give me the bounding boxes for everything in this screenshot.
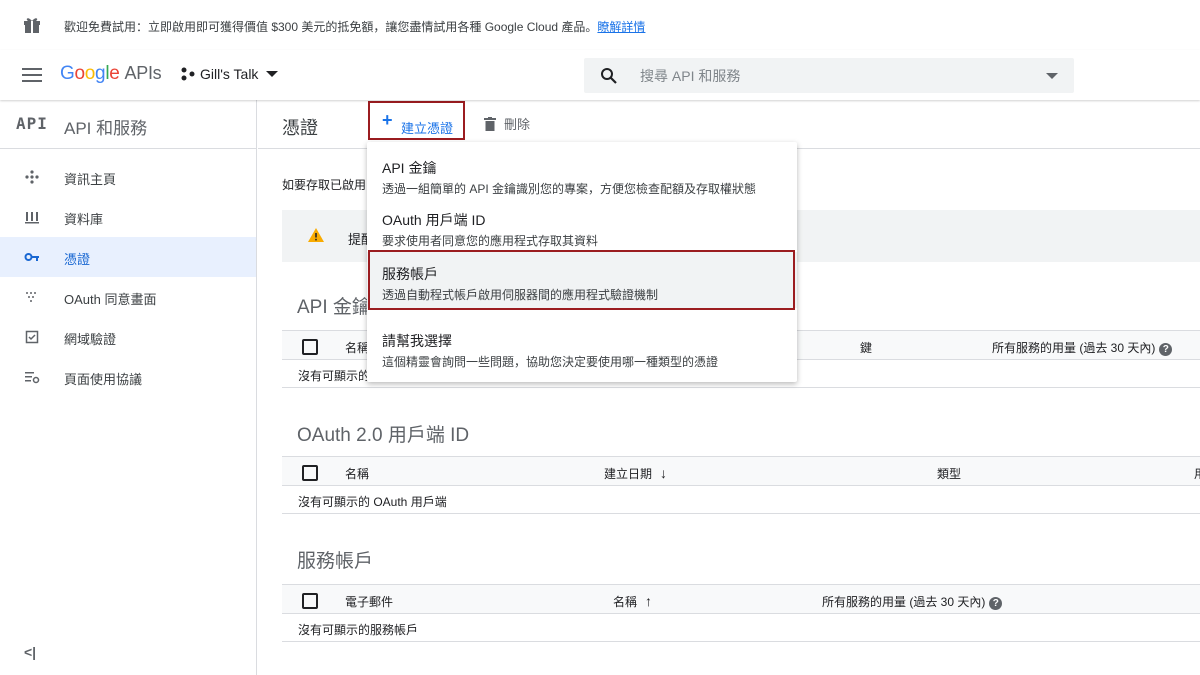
top-bar: Google APIs Gill's Talk [0, 50, 1200, 100]
column-created-date[interactable]: 建立日期 ↓ [604, 465, 667, 482]
sidebar-item-page-usage-agreement[interactable]: 頁面使用協議 [0, 357, 256, 397]
column-usage[interactable]: 用 [1194, 465, 1200, 482]
oauth-empty-row: 沒有可顯示的 OAuth 用戶端 [282, 486, 1200, 514]
column-name[interactable]: 名稱 [345, 465, 369, 482]
menu-item-service-account[interactable]: 服務帳戶 透過自動程式帳戶啟用伺服器間的應用程式驗證機制 [367, 252, 797, 308]
project-name: Gill's Talk [200, 66, 259, 82]
free-trial-banner: 歡迎免費試用：立即啟用即可獲得價值 $300 美元的抵免額，讓您盡情試用各種 G… [0, 0, 1200, 50]
service-accounts-table-header: 電子郵件 名稱 ↑ 所有服務的用量 (過去 30 天內)? [282, 584, 1200, 614]
trash-icon [484, 116, 496, 131]
create-credentials-button[interactable]: + 建立憑證 [368, 101, 465, 140]
delete-button[interactable]: 刪除 [484, 114, 530, 133]
sidebar-item-dashboard[interactable]: 資訊主頁 [0, 157, 256, 197]
column-usage[interactable]: 所有服務的用量 (過去 30 天內)? [992, 339, 1173, 356]
settings-list-icon [25, 372, 40, 384]
service-accounts-empty-row: 沒有可顯示的服務帳戶 [282, 614, 1200, 642]
sort-down-icon[interactable]: ↓ [660, 465, 667, 481]
select-all-checkbox[interactable] [302, 339, 318, 355]
banner-text: 歡迎免費試用：立即啟用即可獲得價值 $300 美元的抵免額，讓您盡情試用各種 G… [64, 20, 646, 34]
search-dropdown-icon[interactable] [1046, 73, 1058, 79]
menu-item-help-me-choose[interactable]: 請幫我選擇 這個精靈會詢問一些問題，協助您決定要使用哪一種類型的憑證 [367, 322, 797, 378]
service-accounts-title: 服務帳戶 [297, 551, 374, 572]
dashboard-icon [25, 170, 39, 184]
warning-icon [308, 228, 324, 242]
sort-up-icon[interactable]: ↑ [645, 593, 652, 609]
chevron-down-icon [266, 71, 279, 77]
search-bar[interactable] [584, 58, 1074, 93]
page-title: 憑證 [282, 118, 318, 138]
sidebar-title: API 和服務 [64, 119, 148, 138]
select-all-checkbox[interactable] [302, 465, 318, 481]
create-credentials-menu: API 金鑰 透過一組簡單的 API 金鑰識別您的專案，方便您檢查配額及存取權狀… [367, 142, 797, 382]
column-name[interactable]: 名稱 [345, 339, 369, 356]
column-usage[interactable]: 所有服務的用量 (過去 30 天內)? [822, 593, 1003, 610]
api-logo: API [16, 114, 48, 133]
sidebar-item-oauth-consent[interactable]: OAuth 同意畫面 [0, 277, 256, 317]
sidebar-item-domain-verification[interactable]: 網域驗證 [0, 317, 256, 357]
sidebar-item-credentials[interactable]: 憑證 [0, 237, 256, 277]
search-icon [601, 68, 617, 84]
menu-item-oauth-client-id[interactable]: OAuth 用戶端 ID 要求使用者同意您的應用程式存取其資料 [367, 198, 797, 250]
sidebar: API API 和服務 資訊主頁 資料庫 憑證 OAuth 同意畫面 網域驗證 [0, 100, 257, 675]
google-apis-logo[interactable]: Google APIs [60, 63, 162, 85]
menu-item-api-key[interactable]: API 金鑰 透過一組簡單的 API 金鑰識別您的專案，方便您檢查配額及存取權狀… [367, 142, 797, 198]
key-icon [24, 253, 39, 261]
api-keys-title: API 金鑰 [297, 297, 371, 318]
oauth-client-title: OAuth 2.0 用戶端 ID [297, 425, 470, 446]
help-icon[interactable]: ? [989, 597, 1003, 610]
gift-icon [24, 18, 40, 33]
project-dots-icon [181, 67, 195, 81]
oauth-table-header: 名稱 建立日期↓ 類型 用 [282, 456, 1200, 486]
sidebar-header: API API 和服務 [0, 100, 256, 149]
project-selector[interactable]: Gill's Talk [180, 66, 279, 82]
column-type[interactable]: 類型 [937, 465, 961, 482]
consent-icon [26, 292, 36, 302]
column-name[interactable]: 名稱 ↑ [613, 593, 652, 610]
library-icon [25, 212, 39, 224]
intro-text: 如要存取已啟用 [282, 178, 367, 192]
collapse-sidebar-icon[interactable]: <| [24, 644, 36, 660]
search-input[interactable] [640, 58, 1020, 93]
menu-icon[interactable] [22, 68, 42, 82]
help-icon[interactable]: ? [1159, 343, 1173, 356]
checkbox-icon [25, 330, 39, 344]
plus-icon: + [382, 110, 393, 130]
learn-more-link[interactable]: 瞭解詳情 [597, 20, 645, 34]
sidebar-item-library[interactable]: 資料庫 [0, 197, 256, 237]
column-key[interactable]: 鍵 [860, 339, 872, 356]
column-email[interactable]: 電子郵件 [345, 593, 393, 610]
select-all-checkbox[interactable] [302, 593, 318, 609]
